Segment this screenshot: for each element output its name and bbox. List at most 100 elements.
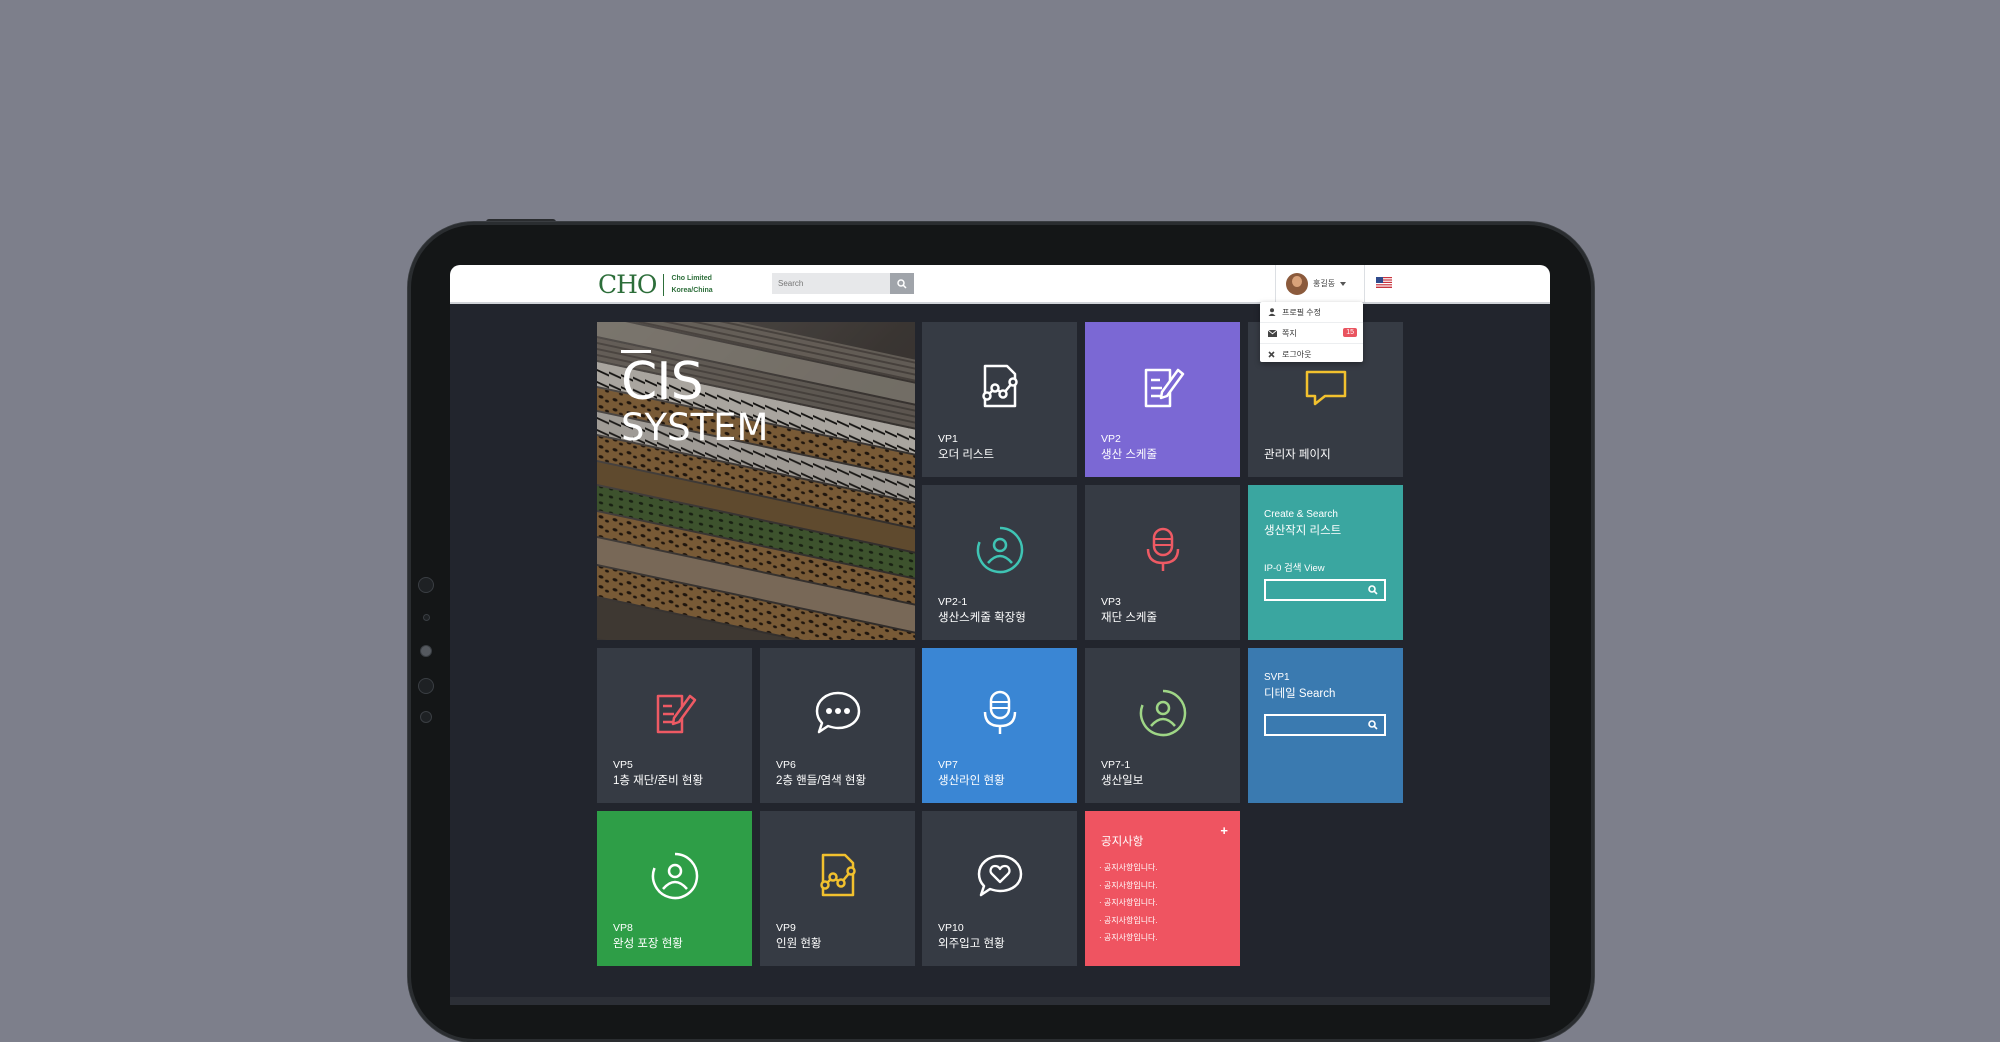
menu-item-edit-profile[interactable]: 프로필 수정 [1260,302,1363,323]
tile-name: 완성 포장 현황 [613,938,683,950]
tile-name: 오더 리스트 [938,449,995,461]
search-icon [1368,720,1378,730]
plus-icon[interactable]: + [1220,823,1228,838]
tile-code: VP7-1 [1101,759,1131,771]
hero-subtitle: SYSTEM [621,406,769,449]
avatar [1286,272,1308,295]
notice-item-text: 공지사항입니다. [1103,863,1158,872]
user-circle-icon [651,852,698,900]
tile-name: 생산일보 [1101,775,1144,787]
microphone-icon [1146,527,1179,571]
user-name: 홍길동 [1313,279,1336,288]
tile-vp2[interactable]: VP2 생산 스케줄 [1085,322,1240,477]
tile-vp7[interactable]: VP7 생산라인 현황 [922,648,1077,803]
user-circle-icon [976,526,1023,574]
user-icon [1268,308,1277,316]
logo-mark: CHO [598,270,657,299]
tile-name: 생산라인 현황 [938,775,1005,787]
tile-create-search: Create & Search 생산작지 리스트 IP-0 검색 View [1248,485,1403,640]
notice-item-text: 공지사항입니다. [1103,915,1158,925]
notice-item-text: 공지사항입니다. [1103,933,1158,942]
us-flag-icon[interactable] [1376,277,1392,288]
tile-code: VP8 [613,922,633,934]
tile-name: 2층 핸들/염색 현황 [776,775,867,787]
heart-chat-icon [977,854,1022,897]
tile-vp1[interactable]: VP1 오더 리스트 [922,322,1077,477]
chat-icon [1305,370,1346,406]
tile-vp5[interactable]: VP5 1층 재단/준비 현황 [597,648,752,803]
tile-name: 생산스케줄 확장형 [938,612,1026,624]
notice-item[interactable]: · 공지사항입니다. [1099,894,1158,912]
tile-vp10[interactable]: VP10 외주입고 현황 [922,811,1077,966]
bottom-strip [450,997,1550,1005]
tile-code: VP7 [938,759,958,771]
tile-vp3[interactable]: VP3 재단 스케줄 [1085,485,1240,640]
tile-code: VP5 [613,759,633,771]
hero-banner: CIS SYSTEM [597,322,915,640]
tile-name: 1층 재단/준비 현황 [613,775,704,787]
search-input[interactable] [1264,579,1386,601]
tile-name: 인원 현황 [776,938,822,950]
tile-name: 생산작지 리스트 [1264,525,1342,537]
tile-svp1: SVP1 디테일 Search [1248,648,1403,803]
search-icon [1368,585,1378,595]
notice-list: · 공지사항입니다. · 공지사항입니다. · 공지사항입니다. · 공지사항입… [1099,859,1158,947]
tablet-camera [418,577,434,593]
edit-note-icon [1144,368,1184,408]
tile-code: VP1 [938,433,958,445]
notice-item[interactable]: · 공지사항입니다. [1099,912,1158,930]
tile-vp7-1[interactable]: VP7-1 생산일보 [1085,648,1240,803]
tile-code: SVP1 [1264,672,1290,683]
user-circle-icon [1139,689,1186,737]
user-dropdown-menu: 프로필 수정 쪽지 15 로그아웃 [1260,302,1363,362]
brand-logo[interactable]: CHO Cho Limited Korea/China [598,270,713,299]
tile-name: 외주입고 현황 [938,938,1005,950]
hero-title: CIS [621,352,704,412]
app-screen: CHO Cho Limited Korea/China 홍길동 [450,265,1550,1005]
search-label: IP-0 검색 View [1264,563,1325,574]
message-count-badge: 15 [1343,328,1357,337]
tablet-lens [420,645,432,657]
close-icon [1268,350,1277,358]
company-line-2: Korea/China [671,286,713,294]
edit-note-icon [656,694,696,734]
notice-item-text: 공지사항입니다. [1103,880,1158,890]
tile-vp2-1[interactable]: VP2-1 생산스케줄 확장형 [922,485,1077,640]
microphone-icon [983,690,1016,734]
tile-vp8[interactable]: VP8 완성 포장 현황 [597,811,752,966]
top-navbar: CHO Cho Limited Korea/China 홍길동 [450,265,1550,304]
notice-item[interactable]: · 공지사항입니다. [1099,929,1158,947]
company-name: Cho Limited Korea/China [671,273,712,297]
document-chart-icon [819,853,856,897]
menu-item-messages[interactable]: 쪽지 15 [1260,323,1363,344]
tile-vp9[interactable]: VP9 인원 현황 [760,811,915,966]
search-button[interactable] [890,273,914,294]
search-input[interactable] [772,273,890,294]
company-line-1: Cho Limited [671,274,712,282]
tile-vp6[interactable]: VP6 2층 핸들/염색 현황 [760,648,915,803]
notice-item-text: 공지사항입니다. [1103,898,1158,907]
notice-panel: 공지사항 + · 공지사항입니다. · 공지사항입니다. · 공지사항입니다. … [1085,811,1240,966]
notice-item[interactable]: · 공지사항입니다. [1099,877,1158,895]
chat-dots-icon [815,691,860,734]
notice-item[interactable]: · 공지사항입니다. [1099,859,1158,877]
chevron-down-icon [1340,281,1347,286]
tile-code: VP10 [938,922,964,934]
search-icon [897,278,907,289]
envelope-icon [1268,329,1277,337]
tile-name: 생산 스케줄 [1101,449,1158,461]
tablet-camera-2 [418,678,434,694]
tile-name: 재단 스케줄 [1101,612,1158,624]
user-menu-toggle[interactable]: 홍길동 [1275,265,1365,302]
document-chart-icon [981,364,1018,408]
tile-code: VP9 [776,922,796,934]
tile-code: VP3 [1101,596,1121,608]
tile-name: 관리자 페이지 [1264,449,1331,461]
search-input[interactable] [1264,714,1386,736]
menu-item-label: 로그아웃 [1282,349,1312,359]
tile-code: VP2-1 [938,596,968,608]
tile-heading: Create & Search [1264,509,1338,520]
menu-item-logout[interactable]: 로그아웃 [1260,344,1363,364]
tile-code: VP2 [1101,433,1121,445]
notice-title: 공지사항 [1101,836,1144,848]
